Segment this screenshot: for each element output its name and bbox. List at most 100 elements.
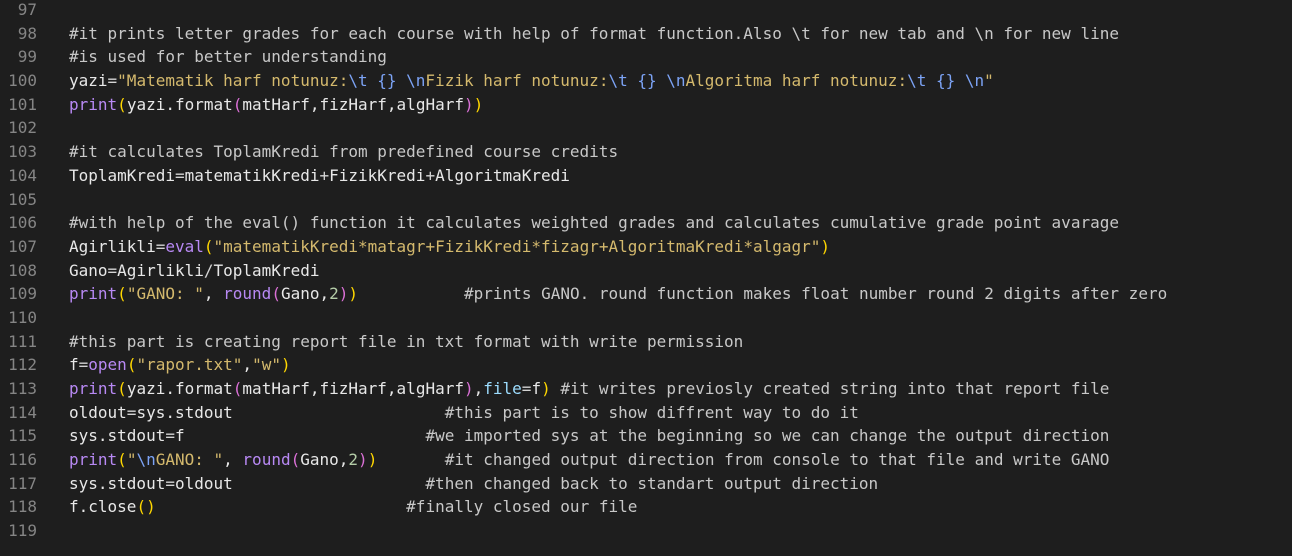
code-token: ,	[242, 355, 253, 375]
code-token: (	[117, 284, 127, 304]
line-number: 108	[8, 260, 37, 280]
code-token: print	[69, 379, 118, 398]
line-code: print("\nGANO: ", round(Gano,2)) #it cha…	[37, 448, 1109, 472]
code-line[interactable]: 103 #it calculates ToplamKredi from prede…	[0, 140, 1292, 164]
code-line[interactable]: 106 #with help of the eval() function it …	[0, 211, 1292, 235]
code-token: (	[290, 450, 301, 470]
line-code: print(yazi.format(matHarf,fizHarf,algHar…	[37, 377, 1109, 401]
code-line[interactable]: 114 oldout=sys.stdout #this part is to sh…	[0, 401, 1292, 425]
code-token: )	[338, 284, 349, 304]
code-token: oldout	[174, 473, 233, 493]
code-token: )	[280, 355, 291, 375]
line-number: 112	[8, 355, 37, 375]
code-token: ,	[223, 450, 243, 470]
line-number: 104	[8, 165, 37, 185]
code-token: \n	[406, 71, 426, 91]
code-token: eval	[165, 236, 204, 256]
code-token: sys.stdout	[69, 426, 166, 446]
code-token: sys.stdout	[69, 473, 166, 493]
line-code	[37, 116, 69, 140]
code-token: GANO: "	[155, 450, 224, 470]
line-number: 106	[8, 213, 37, 233]
code-token: matematikKredi	[184, 165, 320, 185]
code-line[interactable]: 112 f=open("rapor.txt","w")	[0, 353, 1292, 377]
code-line[interactable]: 108 Gano=Agirlikli/ToplamKredi	[0, 259, 1292, 283]
code-editor[interactable]: 97 98 #it prints letter grades for each co…	[0, 0, 1292, 556]
code-token: f	[531, 379, 542, 398]
code-token: (	[126, 355, 137, 375]
code-token: ToplamKredi	[69, 165, 175, 185]
code-token: "GANO: "	[126, 284, 204, 304]
line-number: 101	[8, 94, 37, 114]
code-line[interactable]: 113 print(yazi.format(matHarf,fizHarf,alg…	[0, 377, 1292, 401]
code-token: print	[69, 94, 118, 114]
code-token: #this part is creating report file in tx…	[69, 331, 744, 351]
code-token: "	[984, 71, 994, 91]
code-token: )	[541, 379, 551, 398]
code-token: #with help of the eval() function it cal…	[69, 213, 1119, 233]
code-token: (	[271, 284, 281, 304]
code-token: =	[78, 355, 89, 375]
code-token: matHarf,fizHarf,algHarf	[242, 379, 464, 398]
code-token: (	[136, 497, 147, 517]
line-code: sys.stdout=oldout #then changed back to …	[37, 472, 878, 496]
code-token: )	[146, 497, 156, 517]
line-number: 118	[8, 497, 37, 517]
code-token: #we imported sys at the beginning so we …	[425, 426, 1110, 446]
code-line[interactable]: 109 print("GANO: ", round(Gano,2)) #print…	[0, 282, 1292, 306]
code-token: )	[463, 94, 474, 114]
code-token: =	[107, 260, 118, 280]
line-code: Agirlikli=eval("matematikKredi*matagr+Fi…	[37, 235, 830, 259]
code-line[interactable]: 116 print("\nGANO: ", round(Gano,2)) #it …	[0, 448, 1292, 472]
line-code	[37, 306, 69, 330]
code-line[interactable]: 107 Agirlikli=eval("matematikKredi*matagr…	[0, 235, 1292, 259]
code-line[interactable]: 111 #this part is creating report file in…	[0, 330, 1292, 354]
code-token: Gano,	[300, 450, 349, 470]
code-line[interactable]: 97	[0, 0, 1292, 22]
line-code: oldout=sys.stdout #this part is to show …	[37, 401, 859, 425]
code-line[interactable]: 99 #is used for better understanding	[0, 45, 1292, 69]
code-line[interactable]: 101 print(yazi.format(matHarf,fizHarf,alg…	[0, 93, 1292, 117]
code-token: #this part is to show diffrent way to do…	[444, 402, 859, 422]
line-code: ToplamKredi=matematikKredi+FizikKredi+Al…	[37, 164, 570, 188]
code-token: =	[107, 71, 118, 91]
code-lines: 97 98 #it prints letter grades for each co…	[0, 0, 1292, 543]
code-token: round	[223, 284, 272, 304]
code-token: \t	[907, 71, 927, 91]
code-token: )	[473, 94, 484, 114]
code-token: =	[174, 165, 185, 185]
code-line[interactable]: 105	[0, 188, 1292, 212]
code-line[interactable]: 98 #it prints letter grades for each cour…	[0, 22, 1292, 46]
code-token: =	[165, 426, 175, 446]
code-token: "	[126, 450, 137, 470]
code-line[interactable]: 117 sys.stdout=oldout #then changed back …	[0, 472, 1292, 496]
code-token: #prints GANO. round function makes float…	[464, 284, 1168, 304]
code-line[interactable]: 104 ToplamKredi=matematikKredi+FizikKredi…	[0, 164, 1292, 188]
code-token: =	[165, 473, 175, 493]
line-number: 97	[17, 0, 37, 19]
code-token: )	[348, 284, 359, 304]
code-line[interactable]: 102	[0, 116, 1292, 140]
code-line[interactable]: 110	[0, 306, 1292, 330]
line-code: print("GANO: ", round(Gano,2)) #prints G…	[37, 282, 1167, 306]
code-token: )	[367, 450, 378, 470]
code-token: sys.stdout	[136, 402, 233, 422]
line-code	[37, 0, 69, 22]
line-code: #it prints letter grades for each course…	[37, 22, 1119, 46]
line-number: 113	[8, 379, 37, 398]
code-token: \t	[608, 71, 628, 91]
code-line[interactable]: 118 f.close() #finally closed our file	[0, 495, 1292, 519]
code-line[interactable]: 100 yazi="Matematik harf notunuz:\t {} \n…	[0, 69, 1292, 93]
code-token: f.close	[69, 497, 137, 517]
line-number: 99	[17, 47, 37, 67]
code-token: +	[319, 165, 330, 185]
code-token: Agirlikli	[117, 260, 204, 280]
code-line[interactable]: 115 sys.stdout=f #we imported sys at the …	[0, 424, 1292, 448]
code-token: "Matematik harf notunuz:	[117, 71, 349, 91]
code-token: =	[521, 379, 532, 398]
code-token: "matematikKredi*matagr+FizikKredi*fizagr…	[213, 236, 821, 256]
code-line[interactable]: 119	[0, 519, 1292, 543]
line-code: print(yazi.format(matHarf,fizHarf,algHar…	[37, 93, 483, 117]
